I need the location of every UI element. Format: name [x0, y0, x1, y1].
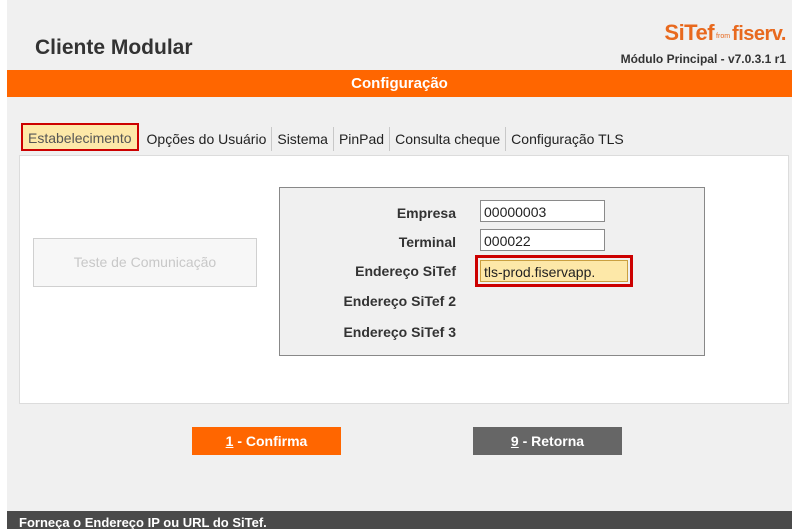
- test-communication-button[interactable]: Teste de Comunicação: [33, 238, 257, 287]
- return-button[interactable]: 9 - Retorna: [473, 427, 622, 455]
- tab-sistema[interactable]: Sistema: [272, 127, 334, 151]
- empresa-field[interactable]: 00000003: [480, 200, 605, 222]
- tab-consulta-cheque[interactable]: Consulta cheque: [390, 127, 507, 151]
- confirm-label: - Confirma: [233, 433, 308, 449]
- endereco-sitef-label: Endereço SiTef: [355, 263, 456, 279]
- tab-configuracao-tls[interactable]: Configuração TLS: [506, 127, 629, 151]
- app-title: Cliente Modular: [35, 36, 193, 59]
- version-label: Módulo Principal - v7.0.3.1 r1: [620, 52, 786, 66]
- connection-form: Empresa 00000003 Terminal 000022 Endereç…: [279, 187, 705, 356]
- sitef-fiserv-logo: SiTef from fiserv.: [664, 20, 786, 46]
- status-bar: Forneça o Endereço IP ou URL do SiTef.: [7, 511, 792, 529]
- brand-partner: fiserv.: [732, 23, 786, 45]
- brand-from: from: [716, 33, 731, 40]
- tab-opcoes-usuario[interactable]: Opções do Usuário: [142, 127, 273, 151]
- tab-bar: Estabelecimento Opções do Usuário Sistem…: [21, 123, 629, 151]
- empresa-label: Empresa: [396, 205, 456, 221]
- brand-name: SiTef: [664, 20, 715, 45]
- section-banner: Configuração: [7, 70, 792, 97]
- tab-estabelecimento[interactable]: Estabelecimento: [21, 123, 139, 151]
- endereco-sitef-3-label: Endereço SiTef 3: [343, 324, 456, 340]
- endereco-sitef-2-label: Endereço SiTef 2: [343, 293, 456, 309]
- tab-pinpad[interactable]: PinPad: [334, 127, 391, 151]
- terminal-field[interactable]: 000022: [480, 229, 605, 251]
- confirm-button[interactable]: 1 - Confirma: [192, 427, 341, 455]
- return-shortcut: 9: [510, 433, 519, 449]
- return-label: - Retorna: [518, 433, 585, 449]
- terminal-label: Terminal: [398, 234, 456, 250]
- app-window: Cliente Modular SiTef from fiserv. Módulo …: [7, 0, 792, 529]
- endereco-sitef-field[interactable]: tls-prod.fiservapp.: [475, 255, 633, 287]
